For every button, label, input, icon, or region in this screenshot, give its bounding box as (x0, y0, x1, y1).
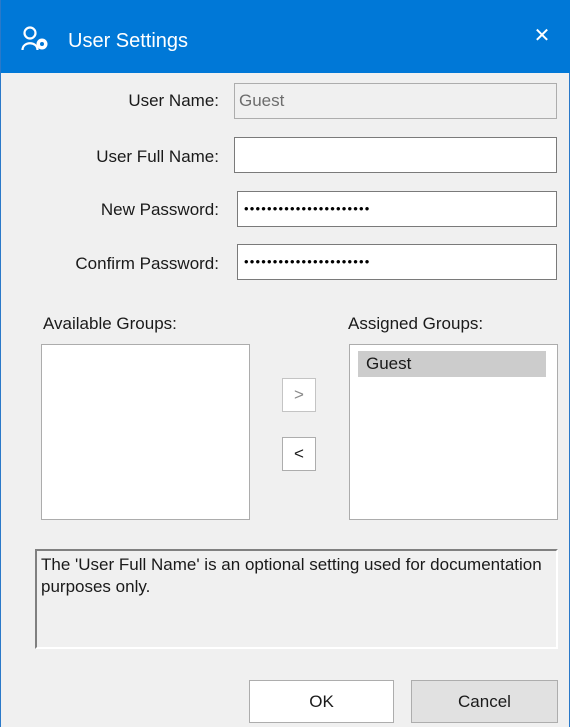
list-item[interactable]: Guest (358, 351, 546, 377)
cancel-button[interactable]: Cancel (411, 680, 558, 723)
user-settings-dialog: User Settings ✕ User Name: User Full Nam… (0, 0, 570, 727)
new-password-label: New Password: (100, 200, 219, 219)
confirm-password-label: Confirm Password: (75, 254, 219, 273)
info-description: The 'User Full Name' is an optional sett… (35, 549, 558, 649)
window-title: User Settings (68, 30, 189, 52)
assigned-groups-label: Assigned Groups: (348, 314, 484, 333)
confirm-password-field[interactable]: •••••••••••••••••••••• (237, 244, 557, 280)
close-button[interactable]: ✕ (513, 0, 570, 73)
title-bar: User Settings ✕ (1, 0, 570, 73)
new-password-field[interactable]: •••••••••••••••••••••• (237, 191, 557, 227)
user-full-name-label: User Full Name: (96, 147, 219, 166)
ok-button[interactable]: OK (249, 680, 394, 723)
add-group-button[interactable]: > (282, 378, 316, 412)
assigned-groups-list[interactable]: Guest (349, 344, 558, 520)
user-full-name-field[interactable] (234, 137, 557, 173)
remove-group-button[interactable]: < (282, 437, 316, 471)
user-name-field[interactable] (234, 83, 557, 119)
close-icon: ✕ (533, 25, 551, 47)
user-settings-icon (21, 26, 48, 51)
available-groups-label: Available Groups: (43, 314, 177, 333)
user-name-label: User Name: (128, 91, 219, 110)
available-groups-list[interactable] (41, 344, 250, 520)
